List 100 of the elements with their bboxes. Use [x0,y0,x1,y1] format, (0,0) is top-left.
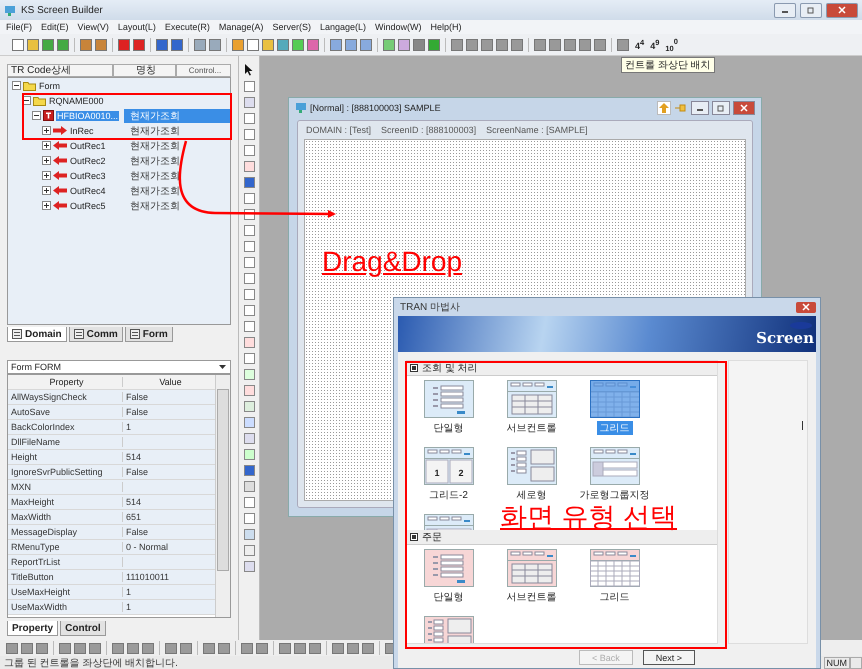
tool-icon[interactable] [398,38,410,50]
tool-icon[interactable] [59,642,71,654]
control-tool-icon[interactable] [244,401,254,412]
tool-icon[interactable] [428,38,440,50]
control-tool-icon[interactable] [244,113,254,124]
tool-icon[interactable] [156,38,168,50]
tool-icon[interactable] [466,38,478,50]
control-tool-icon[interactable] [244,257,254,268]
tree-item[interactable]: RQNAME000 [48,96,105,106]
control-tool-icon[interactable] [244,273,254,284]
menu-item[interactable]: Langage(L) [320,22,366,32]
close-button[interactable] [733,101,755,115]
control-tool-icon[interactable] [244,353,254,364]
property-value[interactable]: 651 [126,512,142,522]
tool-icon[interactable] [347,642,359,654]
layout-thumbnail[interactable]: 1 2 [424,447,474,485]
tool-icon[interactable] [74,642,86,654]
tool-icon[interactable] [194,38,206,50]
layout-option-label[interactable]: 가로형그룹지정 [576,488,652,502]
tool-icon[interactable] [218,642,230,654]
property-value[interactable]: 0 - Normal [126,542,168,552]
property-value[interactable]: 1 [126,422,132,432]
minimize-button[interactable] [691,101,709,115]
menu-item[interactable]: File(F) [6,22,32,32]
expand-toggle[interactable] [42,141,51,150]
layout-thumbnail[interactable] [424,380,474,418]
menu-item[interactable]: Window(W) [375,22,422,32]
control-tool-icon[interactable] [244,545,254,556]
property-value[interactable]: False [126,407,148,417]
tool-icon[interactable] [307,38,319,50]
pointer-icon[interactable] [244,64,254,76]
layout-thumbnail[interactable] [506,447,556,485]
close-button[interactable] [796,302,816,312]
control-tool-icon[interactable] [244,433,254,444]
tool-icon[interactable] [127,642,139,654]
tree-item[interactable]: OutRec4 [69,186,107,196]
tool-icon[interactable] [383,38,395,50]
tool-icon[interactable] [292,38,304,50]
tool-icon[interactable] [203,642,215,654]
tool-icon[interactable] [294,642,306,654]
tool-icon[interactable] [80,38,92,50]
expand-toggle[interactable] [42,186,51,195]
tool-icon[interactable] [496,38,508,50]
layout-thumbnail[interactable] [506,549,556,587]
control-tool-icon[interactable] [244,225,254,236]
property-value[interactable]: False [126,467,148,477]
tool-icon[interactable] [118,38,130,50]
tool-icon[interactable] [241,642,253,654]
tree-item[interactable]: Form [38,80,61,90]
property-value[interactable]: 514 [126,452,142,462]
control-tool-icon[interactable] [244,497,254,508]
expand-toggle[interactable] [42,171,51,180]
tool-icon[interactable] [57,38,69,50]
control-tool-icon[interactable] [244,481,254,492]
tool-icon[interactable] [549,38,561,50]
tool-icon[interactable] [564,38,576,50]
control-tool-icon[interactable] [244,561,254,572]
control-tool-icon[interactable] [244,529,254,540]
tool-icon[interactable] [345,38,357,50]
property-value[interactable]: 514 [126,497,142,507]
control-tool-icon[interactable] [244,417,254,428]
tool-icon[interactable] [112,642,124,654]
expand-toggle[interactable] [32,111,41,120]
control-tool-icon[interactable] [244,161,254,172]
toolbar-counter[interactable]: 4$^{4}$ [635,38,644,51]
tool-icon[interactable] [594,38,606,50]
menu-item[interactable]: Server(S) [272,22,311,32]
tree-item[interactable]: InRec [69,126,95,136]
panel-tab[interactable]: Property [7,621,58,636]
tree-item[interactable]: OutRec3 [69,170,107,180]
tool-icon[interactable] [36,642,48,654]
control-tool-icon[interactable] [244,385,254,396]
close-button[interactable] [826,2,858,18]
tool-icon[interactable] [247,38,259,50]
property-value[interactable]: 1 [126,602,132,612]
layout-option-label[interactable]: 그리드 [596,590,632,604]
restore-button[interactable] [800,2,822,18]
layout-option-label[interactable]: 세로형 [514,488,550,502]
layout-option-label[interactable]: 단일형 [430,421,466,435]
tool-icon[interactable] [360,38,372,50]
tool-icon[interactable] [42,38,54,50]
menu-item[interactable]: View(V) [78,22,109,32]
tool-icon[interactable] [332,642,344,654]
control-tool-icon[interactable] [244,465,254,476]
control-tool-icon[interactable] [244,97,254,108]
control-tool-icon[interactable] [244,177,254,188]
tool-icon[interactable] [330,38,342,50]
menu-item[interactable]: Manage(A) [218,22,264,32]
expand-toggle[interactable] [42,156,51,165]
expand-toggle[interactable] [12,81,21,90]
control-tool-icon[interactable] [244,145,254,156]
property-value[interactable]: 111010011 [126,572,170,582]
control-tool-icon[interactable] [244,369,254,380]
control-tool-icon[interactable] [244,289,254,300]
toolbar-counter[interactable]: 4$^{9}$ [650,38,660,51]
layout-thumbnail[interactable] [506,380,556,418]
tool-icon[interactable] [413,38,425,50]
tool-icon[interactable] [142,642,154,654]
tool-icon[interactable] [6,642,18,654]
layout-thumbnail[interactable] [590,549,640,587]
